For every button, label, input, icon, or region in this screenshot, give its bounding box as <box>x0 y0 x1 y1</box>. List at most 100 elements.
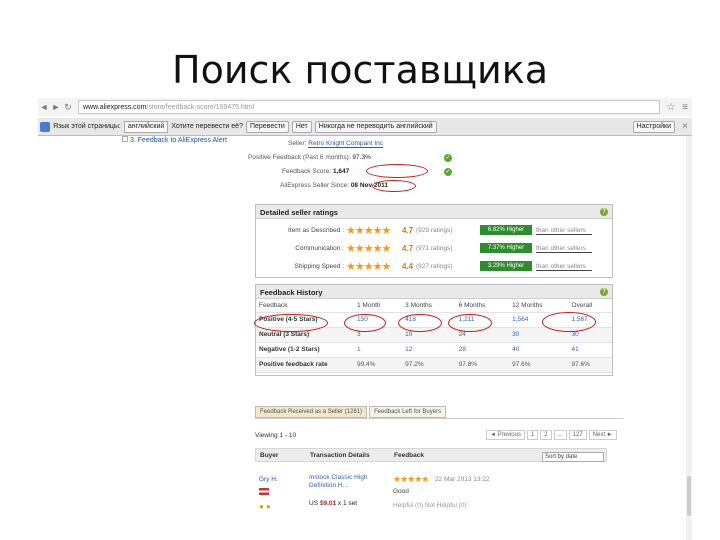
since-label: AliExpress Seller Since: <box>280 182 349 189</box>
helpful-links[interactable]: Helpful (0) Not Helpful (0) <box>393 502 467 509</box>
rating-label: Item as Described : <box>288 227 344 234</box>
tab-divider <box>255 418 623 419</box>
translate-bar: Язык этой страницы: английский Хотите пе… <box>38 118 692 136</box>
table-row: Negative (1-2 Stars) 1 12 28 40 41 <box>256 342 612 358</box>
seller-value[interactable]: Retro Knight Compant Inc <box>308 140 384 148</box>
rating-count[interactable]: (971 ratings) <box>416 245 453 252</box>
flag-icon <box>259 488 269 495</box>
score-label: Feedback Score: <box>282 168 332 175</box>
pager-next[interactable]: Next ► <box>588 430 617 440</box>
translate-settings-button[interactable]: Настройки <box>632 120 675 133</box>
slide-title: Поиск поставщика <box>172 48 548 92</box>
translate-icon <box>40 121 50 132</box>
pager-page[interactable]: 2 <box>540 430 552 440</box>
rating-count[interactable]: (929 ratings) <box>416 227 453 234</box>
feedback-date: 22 Mar 2013 13:22 <box>435 476 490 483</box>
col-buyer: Buyer <box>260 452 279 459</box>
tab-left[interactable]: Feedback Left for Buyers <box>369 406 447 418</box>
detailed-ratings-panel: Detailed seller ratings ? Item as Descri… <box>255 204 613 278</box>
address-bar: ◄ ► ↻ www.aliexpress.com/store/feedback-… <box>38 98 692 116</box>
browser-screenshot: ◄ ► ↻ www.aliexpress.com/store/feedback-… <box>38 96 692 540</box>
feedback-stars: ★★★★★ <box>393 474 429 484</box>
rating-stars: ★★★★★ <box>346 261 391 273</box>
help-icon[interactable]: ? <box>600 208 608 216</box>
positive-label: Positive Feedback (Past 6 months): <box>248 154 351 161</box>
link-icon <box>122 136 128 142</box>
medal-icon: ● ● <box>259 502 271 511</box>
rating-than: than other sellers <box>536 227 592 235</box>
buyer-link[interactable]: Gry H. <box>259 476 278 483</box>
row-label: Positive feedback rate <box>256 357 354 373</box>
help-icon[interactable]: ? <box>600 288 608 296</box>
translate-lang-text: Язык этой страницы: <box>53 123 121 130</box>
score-line: Feedback Score: 1,647 <box>282 168 349 175</box>
rating-row: Shipping Speed : ★★★★★ 4.4 (927 ratings)… <box>256 259 612 275</box>
menu-icon[interactable]: ≡ <box>678 102 692 113</box>
price-value: 9.01 <box>323 500 337 507</box>
pager-page[interactable]: 127 <box>568 430 587 440</box>
highlight-oval <box>542 312 596 332</box>
table-header-row: Feedback 1 Month 3 Months 6 Months 12 Mo… <box>256 299 612 313</box>
no-translate-button[interactable]: Нет <box>291 120 312 133</box>
table-cell[interactable]: 40 <box>509 342 569 358</box>
rating-score: 4.7 <box>402 244 414 253</box>
feedback-history-table: Feedback 1 Month 3 Months 6 Months 12 Mo… <box>256 299 612 373</box>
scrollbar-thumb[interactable] <box>687 476 691 516</box>
transaction-link[interactable]: Instock Classic High Definition H... <box>309 474 389 490</box>
highlight-oval <box>372 180 416 192</box>
url-input[interactable]: www.aliexpress.com/store/feedback-score/… <box>78 100 660 114</box>
pager-ellipsis: ... <box>553 430 567 440</box>
col-feedback: Feedback <box>394 452 424 459</box>
rating-count[interactable]: (927 ratings) <box>416 263 453 270</box>
rating-stars: ★★★★★ <box>346 225 391 237</box>
feedback-tabs: Feedback Received as a Seller (1281) Fee… <box>255 406 447 418</box>
pagination: ◄ Previous 1 2 ... 127 Next ► <box>486 430 617 440</box>
rating-stars: ★★★★★ <box>346 243 391 255</box>
translate-button[interactable]: Перевести <box>245 120 289 133</box>
row-label: Negative (1-2 Stars) <box>256 342 354 358</box>
table-cell: 97.6% <box>509 357 569 373</box>
table-header: 12 Months <box>509 299 569 313</box>
feedback-text: Good <box>393 488 409 495</box>
table-cell[interactable]: 28 <box>455 342 510 358</box>
positive-value: 97.3% <box>352 154 371 161</box>
verified-icon: ✓ <box>444 154 452 162</box>
rating-than: than other sellers <box>536 263 592 271</box>
price: US $9.01 x 1 set <box>309 500 357 507</box>
never-translate-button[interactable]: Никогда не переводить английский <box>314 120 437 133</box>
score-value: 1,647 <box>332 168 350 175</box>
rating-higher-badge: 7.37% Higher <box>480 243 532 253</box>
table-cell[interactable]: 1 <box>354 342 403 358</box>
pager-prev[interactable]: ◄ Previous <box>486 430 525 440</box>
rating-higher-badge: 3.29% Higher <box>480 261 532 271</box>
feedback-alert-link[interactable]: 3. Feedback to AliExpress Alert <box>122 136 227 144</box>
table-header: 6 Months <box>455 299 510 313</box>
translate-lang-select[interactable]: английский <box>123 120 169 133</box>
rating-score: 4.7 <box>402 226 414 235</box>
price-suffix: x 1 set <box>337 500 358 507</box>
rating-score: 4.4 <box>402 262 414 271</box>
rating-row: Communication : ★★★★★ 4.7 (971 ratings) … <box>256 241 612 257</box>
table-header: Overall <box>568 299 612 313</box>
forward-icon[interactable]: ► <box>50 102 62 112</box>
feedback-history-title: Feedback History ? <box>256 285 612 299</box>
table-cell: 99.4% <box>354 357 403 373</box>
star-icon[interactable]: ☆ <box>664 102 678 113</box>
sort-select[interactable]: Sort by date <box>542 452 604 462</box>
listing-header: Buyer Transaction Details Feedback Sort … <box>255 448 607 462</box>
reload-icon[interactable]: ↻ <box>62 102 74 113</box>
seller-label: Seller: <box>288 140 307 147</box>
table-cell[interactable]: 41 <box>568 342 612 358</box>
rating-label: Shipping Speed : <box>294 263 344 270</box>
col-transaction: Transaction Details <box>310 452 370 459</box>
highlight-oval <box>398 314 442 332</box>
back-icon[interactable]: ◄ <box>38 102 50 112</box>
close-icon[interactable]: × <box>678 121 692 132</box>
seller-line: Seller: Retro Knight Compant Inc <box>288 140 384 148</box>
tab-received[interactable]: Feedback Received as a Seller (1281) <box>255 406 368 418</box>
pager-page[interactable]: 1 <box>526 430 539 440</box>
feedback-alert-label: 3. Feedback to AliExpress Alert <box>130 137 227 144</box>
table-row: Positive feedback rate 99.4% 97.2% 97.8%… <box>256 357 612 373</box>
highlight-oval <box>448 314 492 332</box>
table-cell[interactable]: 12 <box>402 342 456 358</box>
